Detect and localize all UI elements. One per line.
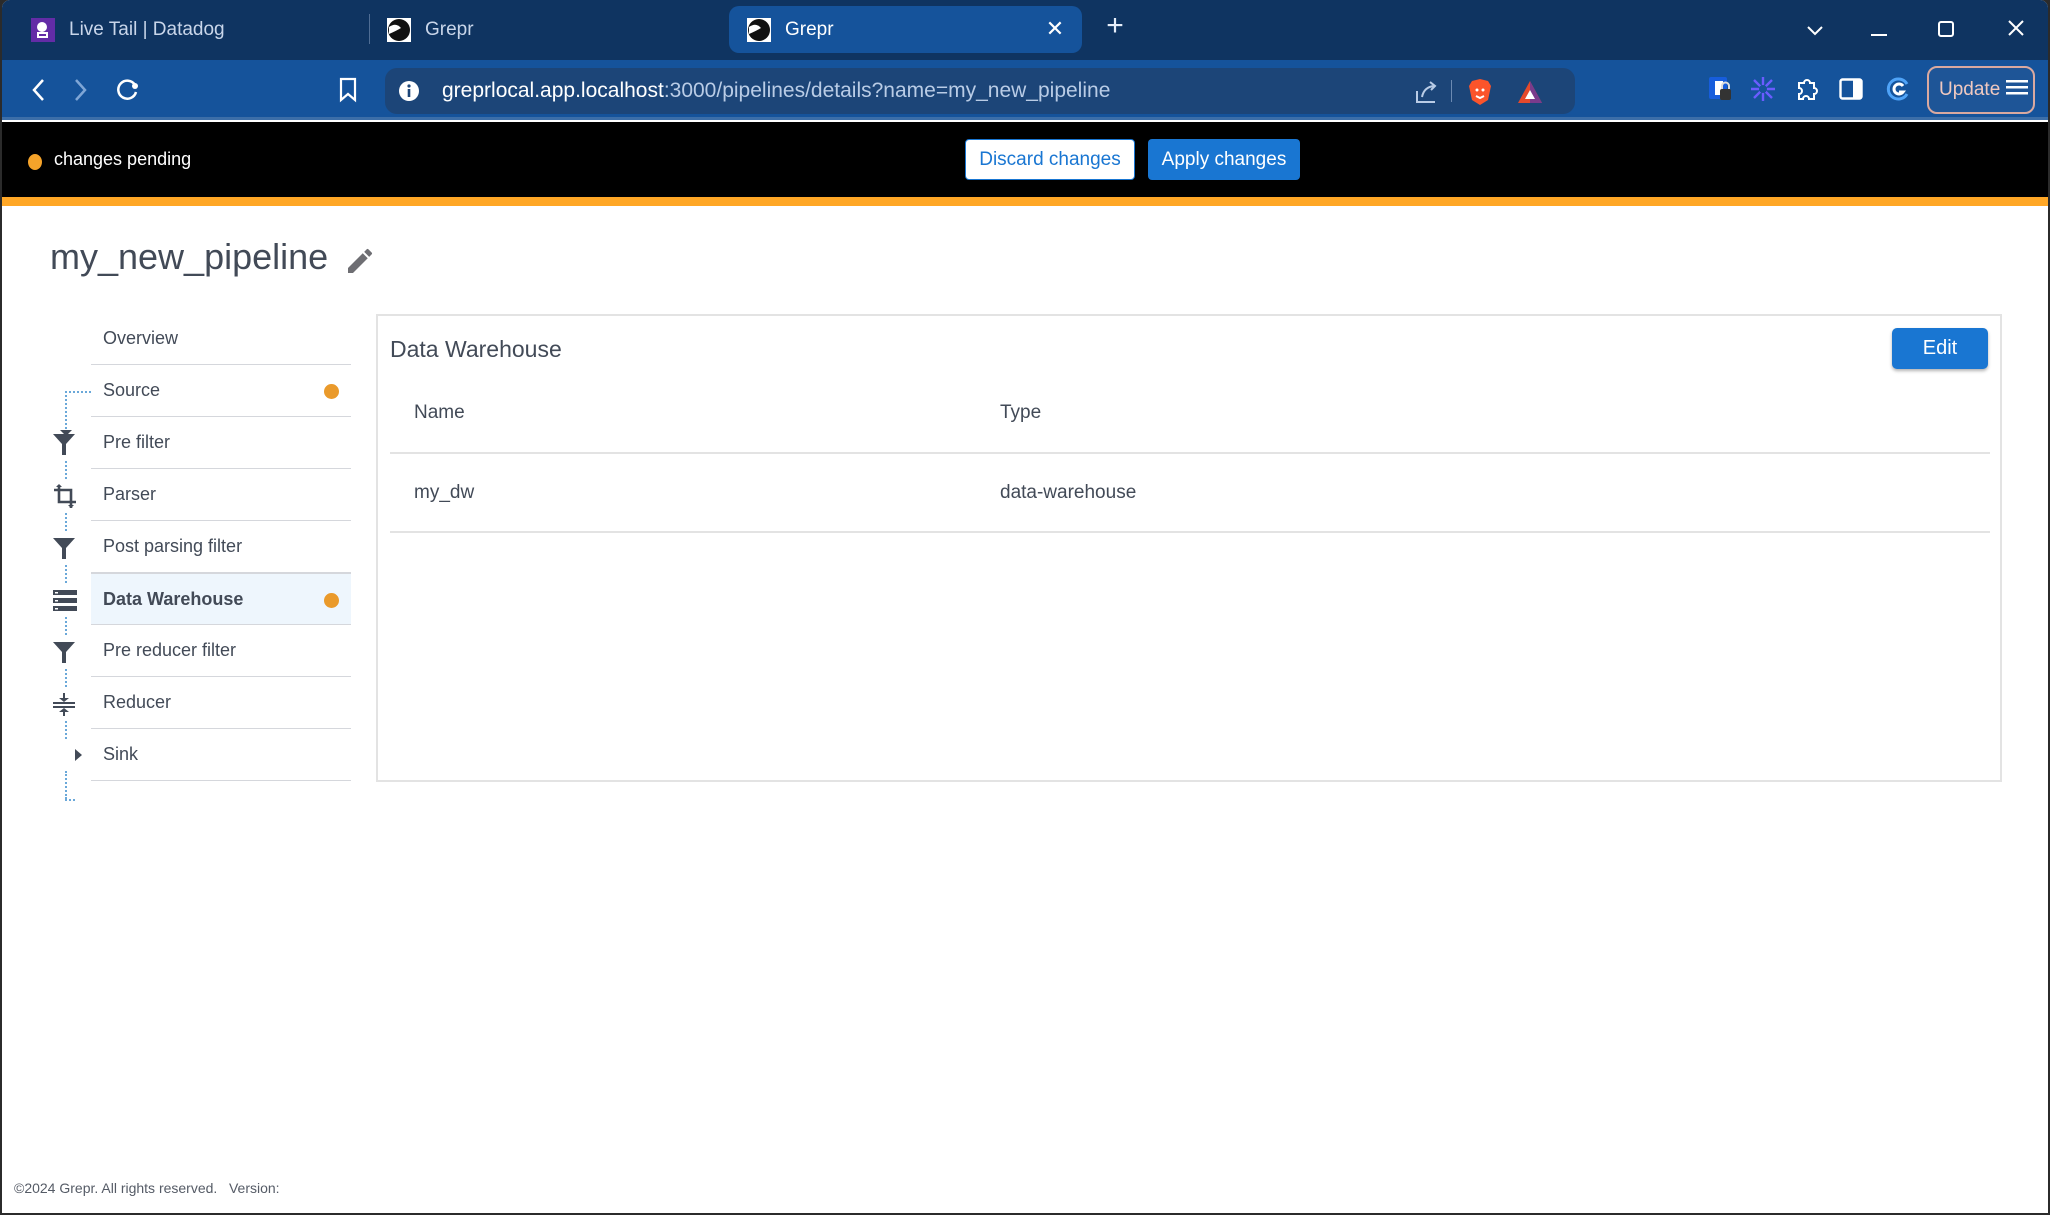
- menu-icon: [2006, 78, 2029, 102]
- browser-window: Live Tail | Datadog Grepr Grepr ✕ + grep…: [2, 0, 2048, 1213]
- connector-line: [65, 799, 75, 801]
- grepr-icon: [387, 17, 411, 42]
- navigation-bar: greprlocal.app.localhost:3000/pipelines/…: [2, 60, 2048, 120]
- step-overview[interactable]: Overview: [42, 313, 354, 365]
- pending-dot: [324, 593, 339, 608]
- site-info-icon[interactable]: [397, 79, 421, 103]
- tab-grepr[interactable]: Grepr: [369, 6, 727, 53]
- brave-shields-icon[interactable]: [1466, 78, 1494, 106]
- filter-icon: [52, 431, 76, 457]
- panel-title: Data Warehouse: [390, 336, 562, 362]
- discard-changes-button[interactable]: Discard changes: [965, 139, 1135, 180]
- bookmark-button[interactable]: [330, 72, 366, 108]
- minimize-button[interactable]: [1859, 12, 1899, 48]
- footer: ©2024 Grepr. All rights reserved. Versio…: [14, 1180, 280, 1196]
- pipeline-steps-nav: Overview Source Pre filter Parser Post p…: [42, 313, 354, 801]
- new-tab-button[interactable]: +: [1100, 11, 1130, 42]
- step-parser[interactable]: Parser: [42, 469, 354, 521]
- forward-button[interactable]: [63, 72, 99, 108]
- cell-name: my_dw: [390, 453, 976, 533]
- edit-button[interactable]: Edit: [1892, 328, 1988, 369]
- step-source[interactable]: Source: [42, 365, 354, 417]
- arrow-right-icon: [75, 749, 82, 761]
- version-label: Version:: [228, 1180, 280, 1196]
- tab-title: Grepr: [785, 18, 834, 40]
- omnibox-divider: [1451, 80, 1452, 102]
- apply-changes-button[interactable]: Apply changes: [1148, 139, 1300, 180]
- tab-strip: Live Tail | Datadog Grepr Grepr ✕ +: [2, 0, 2048, 60]
- tab-grepr-active[interactable]: Grepr ✕: [729, 6, 1082, 53]
- edit-pipeline-name-icon[interactable]: [344, 245, 376, 277]
- pending-status-text: changes pending: [54, 149, 192, 169]
- back-button[interactable]: [20, 72, 56, 108]
- filter-icon: [52, 639, 76, 665]
- share-icon[interactable]: [1413, 78, 1441, 106]
- filter-icon: [52, 535, 76, 561]
- column-header-type[interactable]: Type: [976, 374, 1990, 454]
- table-header-row: Name Type: [390, 374, 1990, 454]
- column-header-name[interactable]: Name: [390, 374, 976, 454]
- step-post-parsing-filter[interactable]: Post parsing filter: [42, 521, 354, 573]
- compress-icon: [52, 691, 76, 717]
- datadog-icon: [31, 17, 55, 42]
- swirl-extension-icon[interactable]: [1883, 74, 1913, 104]
- maximize-button[interactable]: [1926, 12, 1966, 48]
- address-bar[interactable]: greprlocal.app.localhost:3000/pipelines/…: [385, 68, 1575, 114]
- copyright-text: ©2024 Grepr. All rights reserved.: [14, 1180, 218, 1196]
- tab-datadog[interactable]: Live Tail | Datadog: [28, 6, 368, 53]
- tab-title: Grepr: [425, 18, 474, 40]
- tab-title: Live Tail | Datadog: [69, 18, 225, 40]
- bitwarden-extension-icon[interactable]: [1705, 74, 1735, 104]
- pending-status-dot: [28, 154, 42, 170]
- pipeline-title: my_new_pipeline: [50, 236, 329, 277]
- storage-icon: [52, 587, 77, 613]
- close-window-button[interactable]: [1996, 12, 2036, 48]
- data-warehouse-panel: Data Warehouse Edit Name Type my_dw data…: [376, 314, 2002, 782]
- table-row[interactable]: my_dw data-warehouse: [390, 453, 1990, 533]
- grepr-icon: [747, 17, 771, 42]
- reload-button[interactable]: [109, 72, 145, 108]
- data-warehouse-table: Name Type my_dw data-warehouse: [390, 374, 1990, 533]
- step-data-warehouse[interactable]: Data Warehouse: [42, 573, 354, 625]
- sparkle-extension-icon[interactable]: [1748, 74, 1778, 104]
- brave-rewards-icon[interactable]: [1516, 78, 1544, 106]
- update-button[interactable]: Update: [1927, 66, 2035, 114]
- cell-type: data-warehouse: [976, 453, 1990, 533]
- tab-search-button[interactable]: [1795, 12, 1835, 48]
- url-text[interactable]: greprlocal.app.localhost:3000/pipelines/…: [442, 79, 1110, 103]
- step-sink[interactable]: Sink: [42, 729, 354, 781]
- pending-changes-banner: changes pending Discard changes Apply ch…: [2, 122, 2048, 206]
- crop-icon: [52, 483, 76, 509]
- step-pre-filter[interactable]: Pre filter: [42, 417, 354, 469]
- close-tab-icon[interactable]: ✕: [1042, 16, 1068, 42]
- step-reducer[interactable]: Reducer: [42, 677, 354, 729]
- pending-dot: [324, 384, 339, 399]
- extensions-puzzle-icon[interactable]: [1792, 74, 1822, 104]
- step-pre-reducer-filter[interactable]: Pre reducer filter: [42, 625, 354, 677]
- sidebar-toggle-icon[interactable]: [1836, 74, 1866, 104]
